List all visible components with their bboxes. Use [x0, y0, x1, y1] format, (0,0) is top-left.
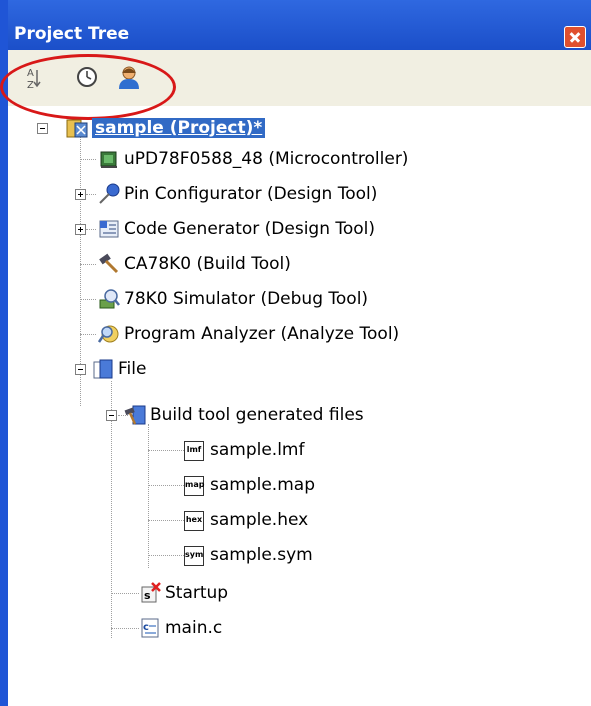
- tree-item-project[interactable]: sample (Project)*: [66, 116, 266, 140]
- file-type-tag: lmf: [184, 441, 204, 461]
- tree-item-lmf-file[interactable]: lmf sample.lmf: [184, 438, 304, 462]
- panel-title-bar: Project Tree: [8, 0, 591, 50]
- collapse-toggle-file[interactable]: [75, 364, 86, 375]
- tree-item-label: main.c: [165, 618, 223, 638]
- tree-item-label: sample.lmf: [210, 440, 305, 460]
- tree-connector: [148, 555, 184, 556]
- tree-connector: [148, 485, 184, 486]
- tree-item-label: sample.sym: [210, 545, 313, 565]
- sym-file-icon: sym: [184, 544, 206, 566]
- hammer-icon: [98, 253, 120, 275]
- tree-connector: [86, 194, 96, 195]
- expand-toggle-pin-configurator[interactable]: [75, 189, 86, 200]
- folder-icon: [92, 358, 114, 380]
- tree-item-label: 78K0 Simulator (Debug Tool): [124, 289, 369, 309]
- build-folder-icon: [124, 404, 146, 426]
- tree-connector: [80, 159, 96, 160]
- tree-item-sym-file[interactable]: sym sample.sym: [184, 543, 313, 567]
- tree-item-label: sample.map: [210, 475, 315, 495]
- tree-item-label: uPD78F0588_48 (Microcontroller): [124, 149, 409, 169]
- map-file-icon: map: [184, 474, 206, 496]
- svg-text:Z: Z: [27, 80, 34, 90]
- collapse-toggle-build-files[interactable]: [106, 410, 117, 421]
- tree-item-build-tool[interactable]: CA78K0 (Build Tool): [98, 252, 291, 276]
- analyzer-icon: [97, 323, 120, 345]
- lmf-file-icon: lmf: [184, 439, 206, 461]
- tree-item-label: Code Generator (Design Tool): [124, 219, 376, 239]
- svg-text:c: c: [143, 622, 149, 633]
- tree-item-file-category[interactable]: File: [92, 357, 146, 381]
- panel-title: Project Tree: [14, 24, 130, 44]
- project-tree: sample (Project)* uPD78F0588_48 (Microco…: [8, 106, 591, 706]
- window-frame-left: [0, 0, 8, 706]
- tree-item-map-file[interactable]: map sample.map: [184, 473, 315, 497]
- file-type-tag: map: [184, 476, 204, 496]
- person-icon[interactable]: [116, 64, 142, 90]
- tree-connector: [86, 229, 96, 230]
- svg-text:A: A: [27, 68, 34, 79]
- tree-connector: [148, 424, 149, 568]
- tree-item-hex-file[interactable]: hex sample.hex: [184, 508, 308, 532]
- tree-item-label: Build tool generated files: [150, 405, 364, 425]
- tree-connector: [80, 299, 96, 300]
- tree-item-label: File: [118, 359, 147, 379]
- clock-icon[interactable]: [74, 64, 100, 90]
- tree-item-microcontroller[interactable]: uPD78F0588_48 (Microcontroller): [98, 147, 408, 171]
- chip-icon: [98, 148, 120, 170]
- tree-item-code-generator[interactable]: Code Generator (Design Tool): [98, 217, 375, 241]
- panel-toolbar: A Z: [8, 50, 591, 106]
- file-type-tag: sym: [184, 546, 204, 566]
- tree-item-program-analyzer[interactable]: Program Analyzer (Analyze Tool): [97, 322, 400, 346]
- tree-item-simulator[interactable]: 78K0 Simulator (Debug Tool): [98, 287, 368, 311]
- close-icon[interactable]: [564, 26, 586, 48]
- tree-item-label: CA78K0 (Build Tool): [124, 254, 291, 274]
- file-type-tag: hex: [184, 511, 204, 531]
- tree-connector: [80, 334, 96, 335]
- hex-file-icon: hex: [184, 509, 206, 531]
- project-tree-panel: Project Tree A Z sample (Project)* uPD78…: [0, 0, 591, 706]
- startup-icon: s: [139, 582, 161, 604]
- sort-az-icon[interactable]: A Z: [22, 64, 48, 91]
- svg-text:s: s: [144, 589, 151, 602]
- tree-item-pin-configurator[interactable]: Pin Configurator (Design Tool): [98, 182, 377, 206]
- tree-item-build-generated-files[interactable]: Build tool generated files: [124, 403, 364, 427]
- collapse-toggle-project[interactable]: [37, 123, 48, 134]
- tree-connector: [148, 520, 184, 521]
- project-icon: [66, 117, 88, 139]
- tree-item-main-c[interactable]: c main.c: [139, 616, 222, 640]
- simulator-icon: [98, 288, 120, 310]
- tree-item-label: Pin Configurator (Design Tool): [124, 184, 378, 204]
- c-file-icon: c: [139, 617, 161, 639]
- expand-toggle-code-generator[interactable]: [75, 224, 86, 235]
- tree-item-label: sample (Project)*: [92, 118, 266, 138]
- tree-item-startup[interactable]: s Startup: [139, 581, 228, 605]
- tree-connector: [80, 264, 96, 265]
- tree-item-label: sample.hex: [210, 510, 309, 530]
- tree-item-label: Startup: [165, 583, 229, 603]
- tree-connector: [148, 450, 184, 451]
- code-generator-icon: [98, 218, 120, 240]
- pin-icon: [98, 183, 120, 205]
- tree-connector: [111, 628, 139, 629]
- tree-connector: [111, 593, 139, 594]
- tree-item-label: Program Analyzer (Analyze Tool): [124, 324, 400, 344]
